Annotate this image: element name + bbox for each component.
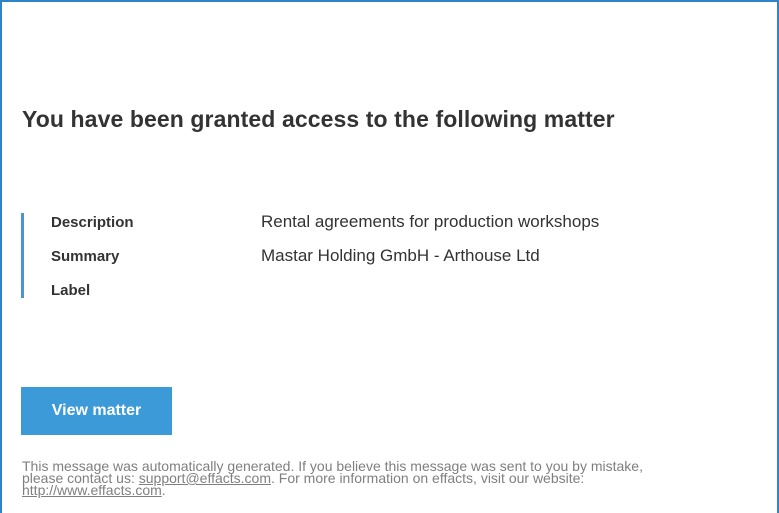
detail-value: Mastar Holding GmbH - Arthouse Ltd bbox=[261, 246, 540, 265]
detail-row-label: Label bbox=[51, 278, 261, 302]
detail-row-summary: Summary Mastar Holding GmbH - Arthouse L… bbox=[51, 244, 540, 268]
footer-text: . For more information on effacts, visit… bbox=[270, 470, 585, 486]
detail-label: Description bbox=[51, 213, 134, 231]
detail-label: Summary bbox=[51, 247, 120, 265]
page-title: You have been granted access to the foll… bbox=[22, 106, 615, 132]
detail-row-description: Description Rental agreements for produc… bbox=[51, 210, 599, 234]
website-link[interactable]: http://www.effacts.com bbox=[22, 482, 162, 498]
detail-label: Label bbox=[51, 281, 91, 299]
detail-value: Rental agreements for production worksho… bbox=[261, 212, 600, 231]
matter-details: Description Rental agreements for produc… bbox=[21, 210, 724, 299]
view-matter-button[interactable]: View matter bbox=[21, 387, 172, 435]
email-frame: You have been granted access to the foll… bbox=[0, 0, 779, 513]
footer-notice: This message was automatically generated… bbox=[22, 459, 779, 498]
footer-text: . bbox=[161, 482, 166, 498]
